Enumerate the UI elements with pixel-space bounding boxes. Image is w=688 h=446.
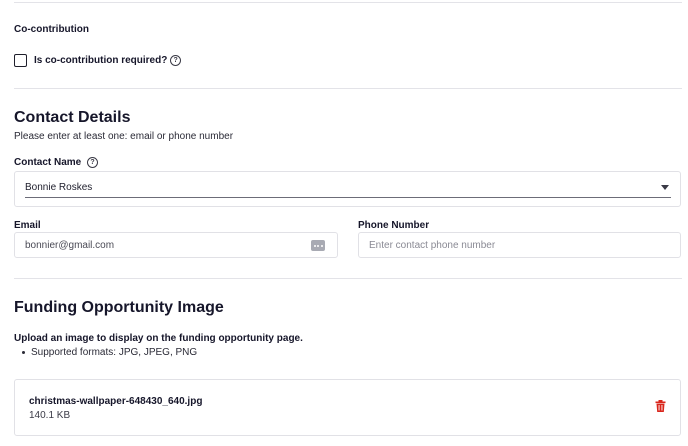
question-circle-icon[interactable]: ? bbox=[170, 55, 182, 66]
chevron-down-icon[interactable] bbox=[661, 185, 669, 190]
question-circle-icon[interactable]: ? bbox=[87, 157, 99, 168]
email-label: Email bbox=[14, 220, 41, 231]
image-heading: Funding Opportunity Image bbox=[14, 299, 224, 316]
co-contribution-title: Co-contribution bbox=[14, 24, 89, 35]
bullet-icon bbox=[22, 351, 25, 354]
phone-label: Phone Number bbox=[358, 220, 430, 231]
phone-placeholder: Enter contact phone number bbox=[369, 240, 496, 251]
file-name: christmas-wallpaper-648430_640.jpg bbox=[29, 396, 203, 407]
top-divider bbox=[14, 2, 682, 3]
contact-name-value: Bonnie Roskes bbox=[25, 182, 93, 193]
contact-name-label: Contact Name ? bbox=[14, 157, 99, 168]
contact-name-select[interactable]: Bonnie Roskes bbox=[14, 171, 681, 207]
select-underline bbox=[25, 197, 671, 198]
more-options-icon[interactable] bbox=[311, 240, 325, 251]
uploaded-file-card: christmas-wallpaper-648430_640.jpg 140.1… bbox=[14, 379, 681, 436]
file-size: 140.1 KB bbox=[29, 410, 71, 421]
section-divider bbox=[14, 278, 682, 279]
co-contribution-checkbox-label: Is co-contribution required? ? bbox=[34, 55, 182, 66]
trash-icon[interactable] bbox=[655, 400, 666, 412]
phone-field[interactable]: Enter contact phone number bbox=[358, 232, 681, 258]
supported-formats: Supported formats: JPG, JPEG, PNG bbox=[31, 347, 198, 358]
email-field[interactable]: bonnier@gmail.com bbox=[14, 232, 338, 258]
contact-details-heading: Contact Details bbox=[14, 109, 131, 126]
image-instructions: Upload an image to display on the fundin… bbox=[14, 333, 303, 344]
email-value: bonnier@gmail.com bbox=[25, 240, 115, 251]
section-divider bbox=[14, 88, 682, 89]
co-contribution-checkbox[interactable] bbox=[14, 54, 27, 67]
contact-details-subtext: Please enter at least one: email or phon… bbox=[14, 131, 234, 142]
